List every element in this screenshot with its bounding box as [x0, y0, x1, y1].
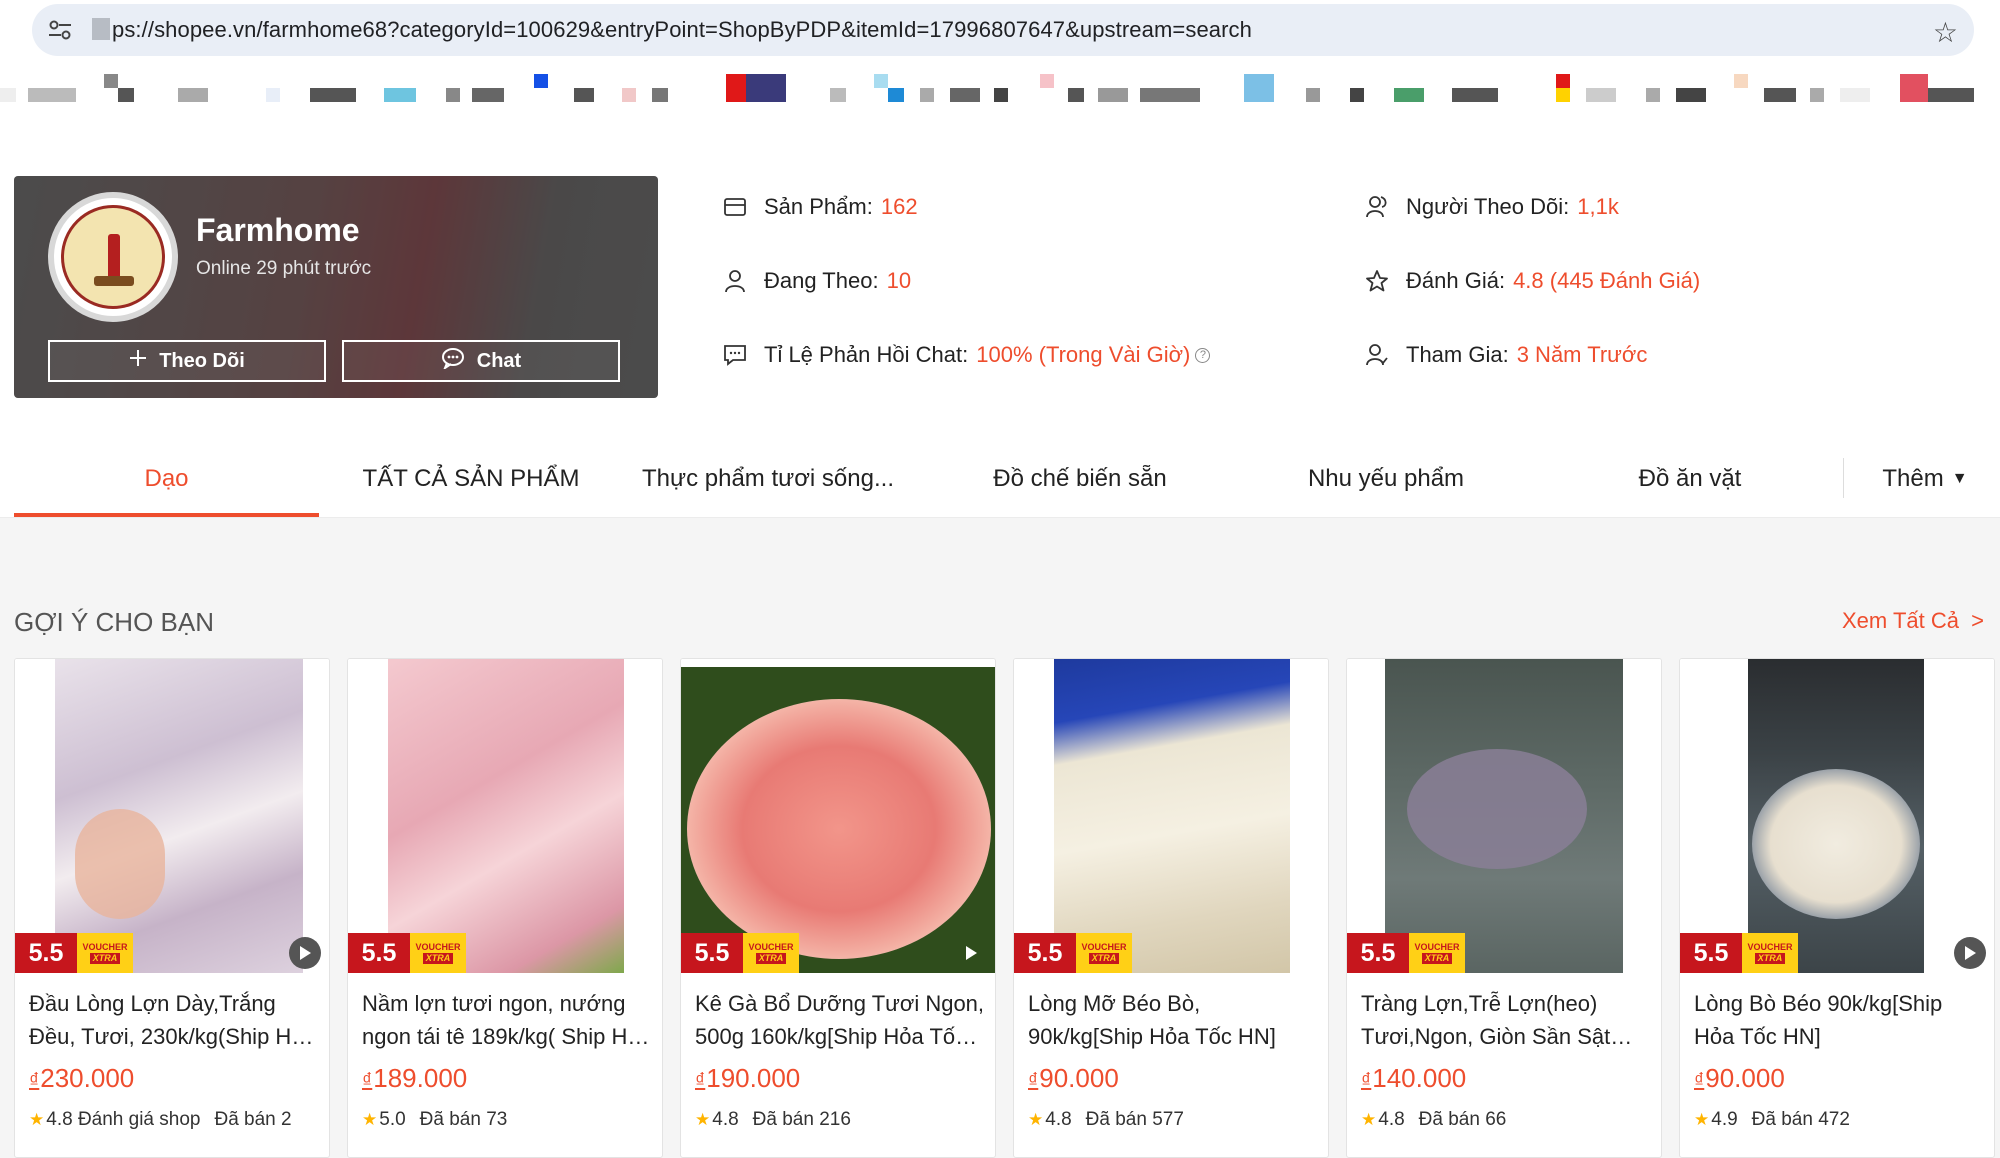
bookmarks-bar	[0, 62, 2000, 128]
product-card[interactable]: 5.5 VOUCHER XTRA Lòng Bò Béo 90k/kg[Ship H…	[1679, 658, 1995, 1158]
product-meta: ★ 4.8 Đã bán 216	[695, 1109, 851, 1130]
shop-nav-tabs: Dạo TẤT CẢ SẢN PHẨM Thực phẩm tươi sống.…	[0, 440, 2000, 518]
see-all-link[interactable]: Xem Tất Cả >	[1842, 608, 1984, 634]
star-icon: ★	[29, 1110, 45, 1129]
product-image[interactable]	[15, 659, 329, 973]
address-bar[interactable]: ps://shopee.vn/farmhome68?categoryId=100…	[32, 4, 1974, 56]
product-title[interactable]: Nầm lợn tươi ngon, nướng ngon tái tê 189…	[362, 987, 654, 1053]
url-text[interactable]: ps://shopee.vn/farmhome68?categoryId=100…	[92, 17, 1252, 43]
stat-rating: Đánh Giá: 4.8 (445 Đánh Giá)	[1364, 268, 1700, 294]
browser-toolbar: ps://shopee.vn/farmhome68?categoryId=100…	[0, 0, 2000, 62]
product-card[interactable]: 5.5 VOUCHER XTRA Lòng Mỡ Béo Bò, 90k/kg[Sh…	[1013, 658, 1329, 1158]
shop-avatar[interactable]	[48, 192, 178, 322]
sale-voucher-badge: 5.5 VOUCHER XTRA	[348, 933, 466, 973]
site-settings-icon[interactable]	[42, 12, 78, 48]
star-icon: ★	[695, 1110, 711, 1129]
active-tab-indicator	[14, 513, 319, 517]
product-card[interactable]: 5.5 VOUCHER XTRA Kê Gà Bổ Dưỡng Tươi Ngon,…	[680, 658, 996, 1158]
tab-more[interactable]: Thêm ▼	[1870, 440, 1980, 518]
play-video-icon[interactable]	[1954, 937, 1986, 969]
product-price: ₫90.000	[1028, 1063, 1119, 1093]
product-title[interactable]: Tràng Lợn,Trễ Lợn(heo) Tươi,Ngon, Giòn S…	[1361, 987, 1653, 1053]
stat-following: Đang Theo: 10	[722, 268, 911, 294]
tab-all-products[interactable]: TẤT CẢ SẢN PHẨM	[334, 440, 608, 518]
play-video-icon[interactable]	[289, 937, 321, 969]
chat-bubble-icon	[441, 347, 465, 375]
product-meta: ★ 4.8 Đã bán 66	[1361, 1109, 1507, 1130]
product-title[interactable]: Lòng Mỡ Béo Bò, 90k/kg[Ship Hỏa Tốc HN]	[1028, 987, 1320, 1053]
product-image[interactable]	[348, 659, 662, 973]
product-card[interactable]: 5.5 VOUCHER XTRA Nầm lợn tươi ngon, nướng …	[347, 658, 663, 1158]
tab-essentials[interactable]: Nhu yếu phẩm	[1236, 440, 1536, 518]
stat-products: Sản Phẩm: 162	[722, 194, 918, 220]
shop-card: Farmhome Online 29 phút trước Theo Dõi C…	[14, 176, 658, 398]
follow-label: Theo Dõi	[159, 349, 245, 372]
product-meta: ★ 5.0 Đã bán 73	[362, 1109, 508, 1130]
stat-joined: Tham Gia: 3 Năm Trước	[1364, 342, 1647, 368]
star-icon: ★	[1028, 1110, 1044, 1129]
sale-voucher-badge: 5.5 VOUCHER XTRA	[15, 933, 133, 973]
product-price: ₫90.000	[1694, 1063, 1785, 1093]
farmhome-logo	[61, 205, 165, 309]
shop-name: Farmhome	[196, 212, 360, 248]
star-icon: ★	[1361, 1110, 1377, 1129]
help-icon[interactable]: ?	[1195, 347, 1211, 363]
product-price: ₫190.000	[695, 1063, 801, 1093]
product-card[interactable]: 5.5 VOUCHER XTRA Tràng Lợn,Trễ Lợn(heo) Tư…	[1346, 658, 1662, 1158]
product-price: ₫230.000	[29, 1063, 135, 1093]
store-icon	[722, 194, 748, 220]
product-meta: ★ 4.8 Đánh giá shop Đã bán 2	[29, 1109, 292, 1130]
stat-chat-rate: Tỉ Lệ Phản Hồi Chat: 100% (Trong Vài Giờ)…	[722, 342, 1211, 368]
sale-voucher-badge: 5.5 VOUCHER XTRA	[1347, 933, 1465, 973]
product-image[interactable]	[1347, 659, 1661, 973]
person-icon	[722, 268, 748, 294]
chat-icon	[722, 342, 748, 368]
person-check-icon	[1364, 342, 1390, 368]
product-title[interactable]: Kê Gà Bổ Dưỡng Tươi Ngon, 500g 160k/kg[S…	[695, 987, 987, 1053]
product-price: ₫140.000	[1361, 1063, 1467, 1093]
play-video-icon[interactable]	[955, 937, 987, 969]
sale-voucher-badge: 5.5 VOUCHER XTRA	[1014, 933, 1132, 973]
tab-divider	[1843, 458, 1844, 498]
star-icon: ★	[362, 1110, 378, 1129]
product-title[interactable]: Lòng Bò Béo 90k/kg[Ship Hỏa Tốc HN]	[1694, 987, 1986, 1053]
chevron-right-icon: >	[1971, 608, 1984, 633]
product-card[interactable]: 5.5 VOUCHER XTRA Đầu Lòng Lợn Dày,Trắng Đề…	[14, 658, 330, 1158]
star-icon: ★	[1694, 1110, 1710, 1129]
follow-button[interactable]: Theo Dõi	[48, 340, 326, 382]
plus-icon	[129, 349, 147, 373]
product-image[interactable]	[1680, 659, 1994, 973]
product-image[interactable]	[1014, 659, 1328, 973]
tab-processed-food[interactable]: Đồ chế biến sẵn	[930, 440, 1230, 518]
tab-snacks[interactable]: Đồ ăn vặt	[1540, 440, 1840, 518]
product-price: ₫189.000	[362, 1063, 468, 1093]
stat-followers: Người Theo Dõi: 1,1k	[1364, 194, 1619, 220]
shop-online-status: Online 29 phút trước	[196, 258, 372, 279]
product-title[interactable]: Đầu Lòng Lợn Dày,Trắng Đều, Tươi, 230k/k…	[29, 987, 321, 1053]
chat-button[interactable]: Chat	[342, 340, 620, 382]
tab-fresh-food[interactable]: Thực phẩm tươi sống...	[630, 440, 906, 518]
chat-label: Chat	[476, 349, 522, 372]
section-title: GỢI Ý CHO BẠN	[14, 607, 214, 637]
followers-icon	[1364, 194, 1390, 220]
redacted-block	[92, 18, 110, 40]
tab-dao[interactable]: Dạo	[14, 440, 319, 518]
caret-down-icon: ▼	[1951, 470, 1968, 487]
product-image[interactable]	[681, 659, 995, 973]
sale-voucher-badge: 5.5 VOUCHER XTRA	[681, 933, 799, 973]
product-meta: ★ 4.8 Đã bán 577	[1028, 1109, 1184, 1130]
sale-voucher-badge: 5.5 VOUCHER XTRA	[1680, 933, 1798, 973]
bookmark-star-icon[interactable]: ☆	[1933, 16, 1958, 49]
product-meta: ★ 4.9 Đã bán 472	[1694, 1109, 1850, 1130]
star-outline-icon	[1364, 268, 1390, 294]
